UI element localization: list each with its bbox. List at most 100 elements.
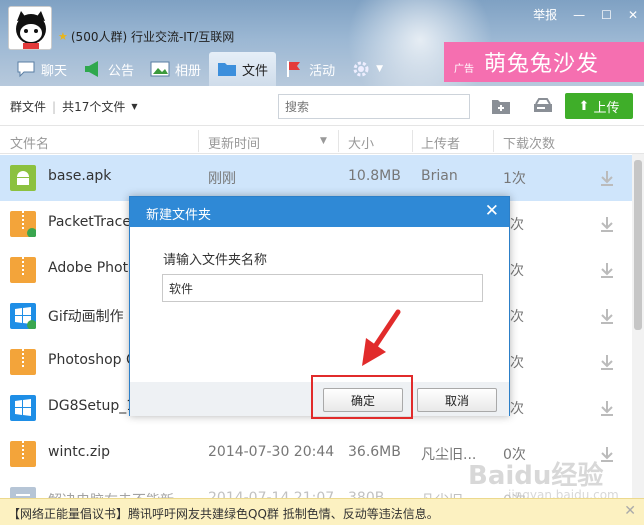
tab-activity[interactable]: 活动 (276, 52, 343, 86)
file-name: Adobe Phot (48, 260, 129, 276)
file-size: 10.8MB (348, 168, 401, 184)
annotation-highlight-box (311, 375, 413, 419)
settings-dropdown[interactable]: ▼ (343, 52, 391, 86)
gear-icon (353, 61, 369, 77)
watermark-text: Baidu经验 (468, 461, 604, 491)
disk-icon[interactable] (532, 96, 554, 116)
windows-file-icon (10, 395, 36, 421)
col-size[interactable]: 大小 (348, 133, 374, 152)
tab-chat-label: 聊天 (41, 63, 68, 79)
notice-bar: 【网络正能量倡议书】腾讯呼吁网友共建绿色QQ群 抵制色情、反动等违法信息。 ✕ (0, 498, 644, 525)
android-file-icon (10, 165, 36, 191)
scrollbar-thumb[interactable] (634, 160, 642, 330)
cancel-button[interactable]: 取消 (417, 388, 497, 412)
tab-album[interactable]: 相册 (142, 52, 209, 86)
close-icon[interactable]: ✕ (485, 201, 499, 221)
file-row[interactable]: base.apk 刚刚 10.8MB Brian 1次 (0, 155, 632, 201)
new-folder-icon[interactable] (490, 96, 512, 116)
column-headers: 文件名 更新时间 ▼ 大小 上传者 下载次数 (0, 128, 644, 154)
download-icon[interactable] (598, 307, 616, 325)
ad-tag: 广告 (454, 63, 474, 75)
chat-icon (17, 61, 35, 78)
file-name: Gif动画制作 (48, 309, 124, 325)
report-link[interactable]: 举报 (533, 6, 557, 23)
col-time[interactable]: 更新时间 (208, 133, 260, 152)
tab-files[interactable]: 文件 (209, 52, 277, 86)
flag-icon (287, 61, 301, 77)
annotation-arrow-icon (362, 309, 401, 366)
column-divider (412, 130, 413, 152)
megaphone-icon (85, 61, 99, 77)
windows-file-icon (10, 303, 36, 329)
file-size: 36.6MB (348, 444, 401, 460)
upload-icon: ⬆ (578, 98, 590, 114)
dialog-header: 新建文件夹 ✕ (130, 197, 509, 227)
crumb-separator: | (52, 99, 57, 114)
zip-file-icon (10, 211, 36, 237)
folder-icon (218, 63, 237, 76)
file-name: wintc.zip (48, 444, 110, 460)
file-time: 2014-07-30 20:44 (208, 444, 335, 460)
tab-album-label: 相册 (175, 63, 202, 79)
tab-announcement-label: 公告 (108, 63, 135, 79)
search-input[interactable] (278, 94, 470, 119)
upload-button[interactable]: ⬆ 上传 (565, 93, 633, 119)
folder-name-label: 请输入文件夹名称 (163, 253, 268, 268)
star-icon: ★ (58, 30, 68, 43)
crumb-root[interactable]: 群文件 (10, 98, 46, 115)
file-downloads: 次 (510, 309, 524, 325)
download-icon[interactable] (598, 399, 616, 417)
column-divider (198, 130, 199, 152)
group-avatar[interactable] (8, 6, 52, 50)
file-name: Photoshop C (48, 352, 136, 368)
col-name[interactable]: 文件名 (10, 133, 49, 152)
close-icon[interactable]: ✕ (624, 503, 636, 519)
dialog-title: 新建文件夹 (146, 208, 212, 223)
photo-icon (150, 61, 170, 77)
group-name: (500人群) 行业交流-IT/互联网 (70, 30, 235, 44)
zip-file-icon (10, 349, 36, 375)
breadcrumb: 群文件 | 共17个文件 ▼ (10, 98, 138, 115)
minimize-icon[interactable]: — (573, 8, 585, 22)
chevron-down-icon[interactable]: ▼ (131, 102, 137, 111)
group-title: ★ (500人群) 行业交流-IT/互联网 (58, 28, 234, 45)
ad-banner[interactable]: 广告 萌兔兔沙发 (444, 42, 644, 82)
upload-label: 上传 (593, 100, 620, 116)
notice-text[interactable]: 【网络正能量倡议书】腾讯呼吁网友共建绿色QQ群 抵制色情、反动等违法信息。 (8, 507, 439, 521)
file-downloads: 次 (510, 401, 524, 417)
file-time: 刚刚 (208, 171, 236, 187)
tab-files-label: 文件 (242, 63, 269, 79)
column-divider (493, 130, 494, 152)
crumb-count[interactable]: 共17个文件 (62, 98, 125, 115)
file-name: DG8Setup_1 (48, 398, 136, 414)
sort-desc-icon[interactable]: ▼ (320, 136, 327, 146)
group-header: ★ (500人群) 行业交流-IT/互联网 举报 — ☐ ✕ 聊天 公告 相册 … (0, 0, 644, 86)
scrollbar[interactable] (632, 154, 644, 498)
group-tabs: 聊天 公告 相册 文件 活动 ▼ (8, 52, 391, 86)
tab-announcement[interactable]: 公告 (75, 52, 142, 86)
col-downloads[interactable]: 下载次数 (503, 133, 555, 152)
zip-file-icon (10, 441, 36, 467)
maximize-icon[interactable]: ☐ (601, 8, 612, 22)
download-icon[interactable] (598, 261, 616, 279)
column-divider (338, 130, 339, 152)
col-uploader[interactable]: 上传者 (421, 133, 460, 152)
file-name: PacketTrace (48, 214, 131, 230)
ad-text: 萌兔兔沙发 (484, 52, 600, 77)
file-downloads: 次 (510, 355, 524, 371)
file-downloads: 次 (510, 263, 524, 279)
close-window-icon[interactable]: ✕ (628, 8, 638, 22)
chevron-down-icon: ▼ (376, 64, 383, 74)
window-controls: 举报 — ☐ ✕ (533, 6, 638, 23)
folder-name-input[interactable] (162, 274, 483, 302)
file-toolbar: 群文件 | 共17个文件 ▼ ⬆ 上传 (0, 86, 644, 126)
download-icon[interactable] (598, 353, 616, 371)
download-icon[interactable] (598, 215, 616, 233)
file-uploader[interactable]: Brian (421, 168, 458, 184)
zip-file-icon (10, 257, 36, 283)
file-downloads: 1次 (503, 171, 526, 187)
watermark: Baidu经验 jingyan.baidu.com (468, 455, 619, 502)
tab-chat[interactable]: 聊天 (8, 52, 75, 86)
tab-activity-label: 活动 (309, 63, 336, 79)
download-icon[interactable] (598, 169, 616, 187)
